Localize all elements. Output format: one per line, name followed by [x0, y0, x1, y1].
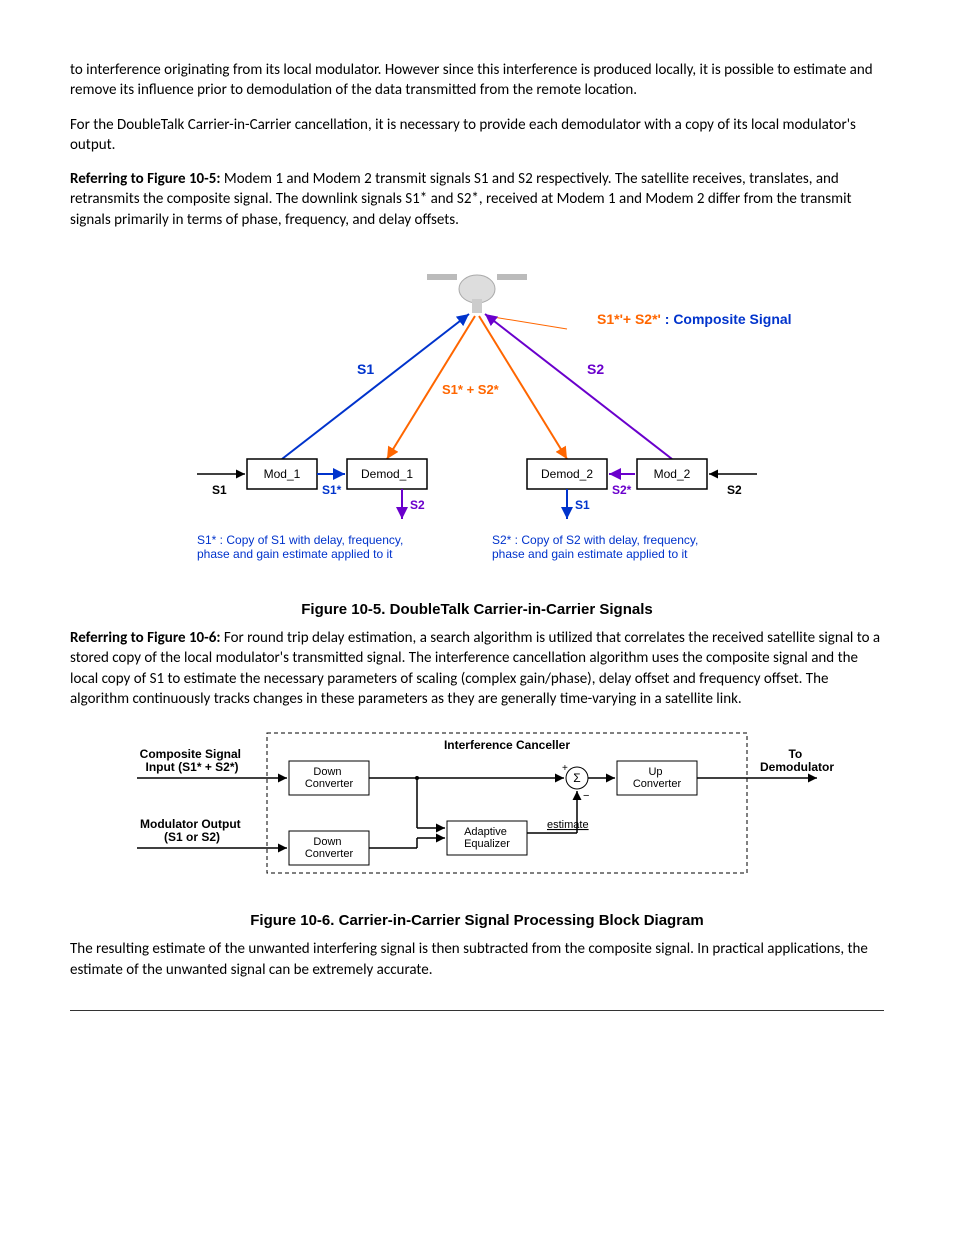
downlink-label: S1* + S2* [442, 382, 500, 397]
s2-out-label: S2 [410, 498, 425, 512]
demod1-box: Demod_1 [361, 467, 413, 481]
satellite-icon [427, 274, 527, 313]
body-paragraph: Referring to Figure 10-6: For round trip… [70, 628, 884, 709]
s1star-label: S1* [322, 483, 342, 497]
adaptive-equalizer: Adaptive Equalizer [464, 826, 510, 850]
figure-10-6-caption: Figure 10-6. Carrier-in-Carrier Signal P… [70, 911, 884, 931]
ic-label: Interference Canceller [444, 738, 570, 752]
s1-label: S1 [357, 361, 374, 377]
inline-lead: Referring to Figure 10-6: [70, 629, 220, 647]
s1-out-label: S1 [575, 498, 590, 512]
s1-in-label: S1 [212, 483, 227, 497]
mod1-box: Mod_1 [264, 467, 301, 481]
inline-lead: Referring to Figure 10-5: [70, 170, 220, 188]
s2-in-label: S2 [727, 483, 742, 497]
body-paragraph: to interference originating from its loc… [70, 60, 884, 101]
body-paragraph: The resulting estimate of the unwanted i… [70, 939, 884, 980]
body-paragraph: Referring to Figure 10-5: Modem 1 and Mo… [70, 169, 884, 230]
modout-label: Modulator Output (S1 or S2) [140, 817, 244, 844]
note-left: S1* : Copy of S1 with delay, frequency, … [197, 533, 407, 561]
figure-10-5: S1*'+ S2*' : Composite Signal S1 S2 S1* … [70, 244, 884, 594]
figure-10-6: Interference Canceller Composite Signal … [70, 723, 884, 893]
figure-10-5-caption: Figure 10-5. DoubleTalk Carrier-in-Carri… [70, 600, 884, 620]
s2-label: S2 [587, 361, 604, 377]
estimate-label: estimate [547, 819, 589, 831]
note-right: S2* : Copy of S2 with delay, frequency, … [492, 533, 702, 561]
footer-rule [70, 1010, 884, 1011]
composite-signal-label: S1*'+ S2*' : Composite Signal [597, 311, 792, 327]
mod2-box: Mod_2 [654, 467, 691, 481]
plus-sign: + [562, 763, 568, 774]
body-paragraph: For the DoubleTalk Carrier-in-Carrier ca… [70, 115, 884, 156]
composite-input-label: Composite Signal Input (S1* + S2*) [140, 747, 245, 774]
demod2-box: Demod_2 [541, 467, 593, 481]
sum-node: Σ [573, 771, 580, 785]
to-demod-label: To Demodulator [760, 747, 834, 774]
minus-sign: − [583, 790, 589, 802]
s2star-label: S2* [612, 483, 632, 497]
